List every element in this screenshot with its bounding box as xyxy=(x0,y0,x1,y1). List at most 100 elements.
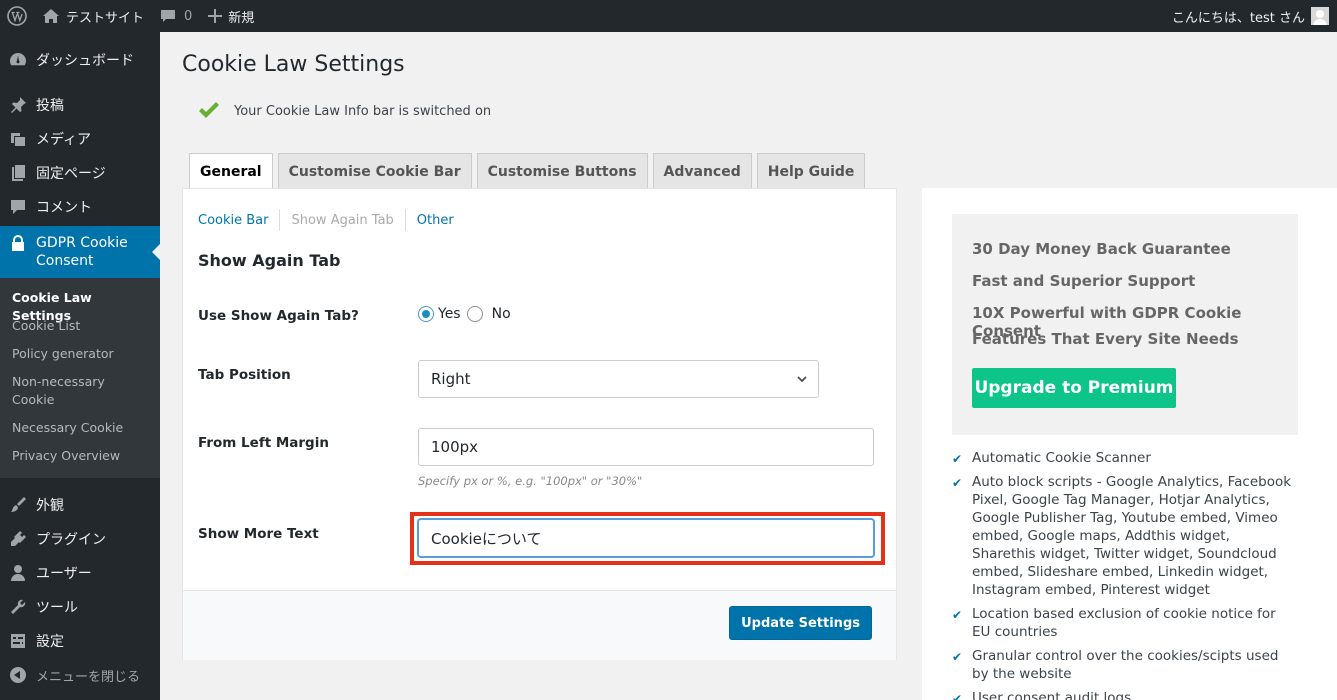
status-notice: Your Cookie Law Info bar is switched on xyxy=(198,102,491,120)
feature-text: Auto block scripts - Google Analytics, F… xyxy=(972,474,1292,598)
chevron-down-icon xyxy=(797,376,807,383)
wordpress-logo-icon[interactable] xyxy=(0,0,34,32)
sidebar-item-label: 固定ページ xyxy=(36,166,106,182)
show-more-text-label: Show More Text xyxy=(198,526,319,542)
plugin-icon xyxy=(11,531,26,546)
pin-icon xyxy=(11,97,26,113)
left-margin-label: From Left Margin xyxy=(198,435,329,451)
collapse-arrow-icon xyxy=(10,667,26,683)
upgrade-to-premium-button[interactable]: Upgrade to Premium xyxy=(972,368,1176,408)
feature-text: Automatic Cookie Scanner xyxy=(972,450,1151,466)
subtab-cookie-bar[interactable]: Cookie Bar xyxy=(198,213,279,228)
admin-sidebar: ダッシュボード 投稿 メディア 固定ページ コメント GDPR Cookie C… xyxy=(0,32,160,700)
radio-no[interactable] xyxy=(466,306,483,322)
sidebar-item-tools[interactable]: ツール xyxy=(0,595,160,619)
sidebar-item-dashboard[interactable]: ダッシュボード xyxy=(0,48,160,72)
sidebar-item-label: コメント xyxy=(36,200,92,216)
sidebar-item-label: メディア xyxy=(36,132,92,148)
tab-position-value: Right xyxy=(431,370,471,388)
use-show-again-tab-label: Use Show Again Tab? xyxy=(198,308,359,324)
tab-help-guide[interactable]: Help Guide xyxy=(756,153,866,189)
comment-bubble-icon xyxy=(161,10,176,22)
settings-tabs: General Customise Cookie Bar Customise B… xyxy=(189,153,866,189)
sidebar-item-label: 投稿 xyxy=(36,98,64,114)
panel-footer: Update Settings xyxy=(183,590,896,660)
feature-text: User consent audit logs xyxy=(972,690,1132,700)
comments-count: 0 xyxy=(184,8,193,24)
sidebar-item-users[interactable]: ユーザー xyxy=(0,561,160,585)
dashboard-icon xyxy=(10,53,26,66)
promo-line: Fast and Superior Support xyxy=(972,272,1196,290)
feature-text: Granular control over the cookies/scipts… xyxy=(972,648,1279,682)
tab-position-label: Tab Position xyxy=(198,367,291,383)
promo-line: 30 Day Money Back Guarantee xyxy=(972,240,1231,258)
sidebar-item-comments[interactable]: コメント xyxy=(0,195,160,219)
sidebar-item-label: 外観 xyxy=(36,498,64,514)
tab-general[interactable]: General xyxy=(189,153,273,189)
comments-link[interactable]: 0 xyxy=(152,0,200,32)
settings-panel: Cookie Bar Show Again Tab Other Show Aga… xyxy=(182,188,897,660)
collapse-label: メニューを閉じる xyxy=(36,669,141,685)
left-margin-hint: Specify px or %, e.g. "100px" or "30%" xyxy=(418,474,643,488)
sidebar-item-gdpr-cookie-consent[interactable]: GDPR Cookie Consent xyxy=(0,226,160,278)
sidebar-item-label: 設定 xyxy=(36,634,64,650)
collapse-menu-button[interactable]: メニューを閉じる xyxy=(0,663,160,687)
admin-bar: テストサイト 0 新規 こんにちは、test さん xyxy=(0,0,1337,32)
submenu-necessary-cookie[interactable]: Necessary Cookie xyxy=(12,419,152,437)
radio-yes[interactable] xyxy=(418,306,434,322)
sidebar-item-label: プラグイン xyxy=(36,532,106,548)
check-icon: ✔ xyxy=(952,608,963,622)
site-name-link[interactable]: テストサイト xyxy=(34,0,152,32)
show-more-text-input[interactable]: Cookieについて xyxy=(418,519,874,557)
avatar xyxy=(1311,7,1329,25)
sidebar-item-plugins[interactable]: プラグイン xyxy=(0,527,160,551)
sidebar-item-settings[interactable]: 設定 xyxy=(0,629,160,653)
plus-icon xyxy=(208,9,223,23)
comment-icon xyxy=(11,200,25,214)
use-show-again-tab-radios: Yes No xyxy=(418,306,511,322)
update-settings-button[interactable]: Update Settings xyxy=(729,606,872,640)
sidebar-item-label: GDPR Cookie Consent xyxy=(36,235,128,269)
sidebar-item-pages[interactable]: 固定ページ xyxy=(0,161,160,185)
tab-customise-buttons[interactable]: Customise Buttons xyxy=(476,153,648,189)
tab-position-select[interactable]: Right xyxy=(418,360,819,398)
my-account[interactable]: こんにちは、test さん xyxy=(1172,0,1329,32)
brush-icon xyxy=(11,497,26,512)
sidebar-item-posts[interactable]: 投稿 xyxy=(0,93,160,117)
promo-box: 30 Day Money Back Guarantee Fast and Sup… xyxy=(952,214,1298,435)
check-icon: ✔ xyxy=(952,452,963,466)
feature-item: ✔ Auto block scripts - Google Analytics,… xyxy=(952,473,1292,599)
gdpr-submenu: Cookie Law Settings Cookie List Policy g… xyxy=(0,278,160,478)
sidebar-item-appearance[interactable]: 外観 xyxy=(0,493,160,517)
radio-yes-label: Yes xyxy=(438,306,461,322)
submenu-policy-generator[interactable]: Policy generator xyxy=(12,345,152,363)
subtab-divider xyxy=(404,209,406,231)
settings-icon xyxy=(11,634,25,648)
new-content-link[interactable]: 新規 xyxy=(200,0,262,32)
home-icon xyxy=(43,9,59,23)
subtab-divider xyxy=(279,209,281,231)
media-icon xyxy=(11,133,25,146)
submenu-cookie-list[interactable]: Cookie List xyxy=(12,317,152,335)
feature-item: ✔ User consent audit logs xyxy=(952,689,1292,700)
submenu-privacy-overview[interactable]: Privacy Overview xyxy=(12,447,152,465)
tab-customise-cookie-bar[interactable]: Customise Cookie Bar xyxy=(277,153,472,189)
check-icon: ✔ xyxy=(952,476,963,490)
new-label: 新規 xyxy=(228,10,255,26)
tab-advanced[interactable]: Advanced xyxy=(652,153,752,189)
sidebar-item-label: ダッシュボード xyxy=(36,53,134,69)
lock-icon xyxy=(12,235,24,251)
premium-promo-panel: 30 Day Money Back Guarantee Fast and Sup… xyxy=(922,188,1337,700)
left-margin-input[interactable]: 100px xyxy=(418,428,874,466)
site-name: テストサイト xyxy=(66,10,145,26)
submenu-non-necessary-cookie[interactable]: Non-necessary Cookie xyxy=(12,373,122,409)
sidebar-item-label: ツール xyxy=(36,600,78,616)
feature-text: Location based exclusion of cookie notic… xyxy=(972,606,1276,640)
sidebar-item-label: ユーザー xyxy=(36,566,92,582)
sidebar-item-media[interactable]: メディア xyxy=(0,127,160,151)
subtab-show-again-tab[interactable]: Show Again Tab xyxy=(291,213,404,228)
page-title: Cookie Law Settings xyxy=(182,52,405,77)
greeting: こんにちは、test さん xyxy=(1171,10,1305,26)
section-title: Show Again Tab xyxy=(198,251,341,270)
subtab-other[interactable]: Other xyxy=(417,213,465,228)
